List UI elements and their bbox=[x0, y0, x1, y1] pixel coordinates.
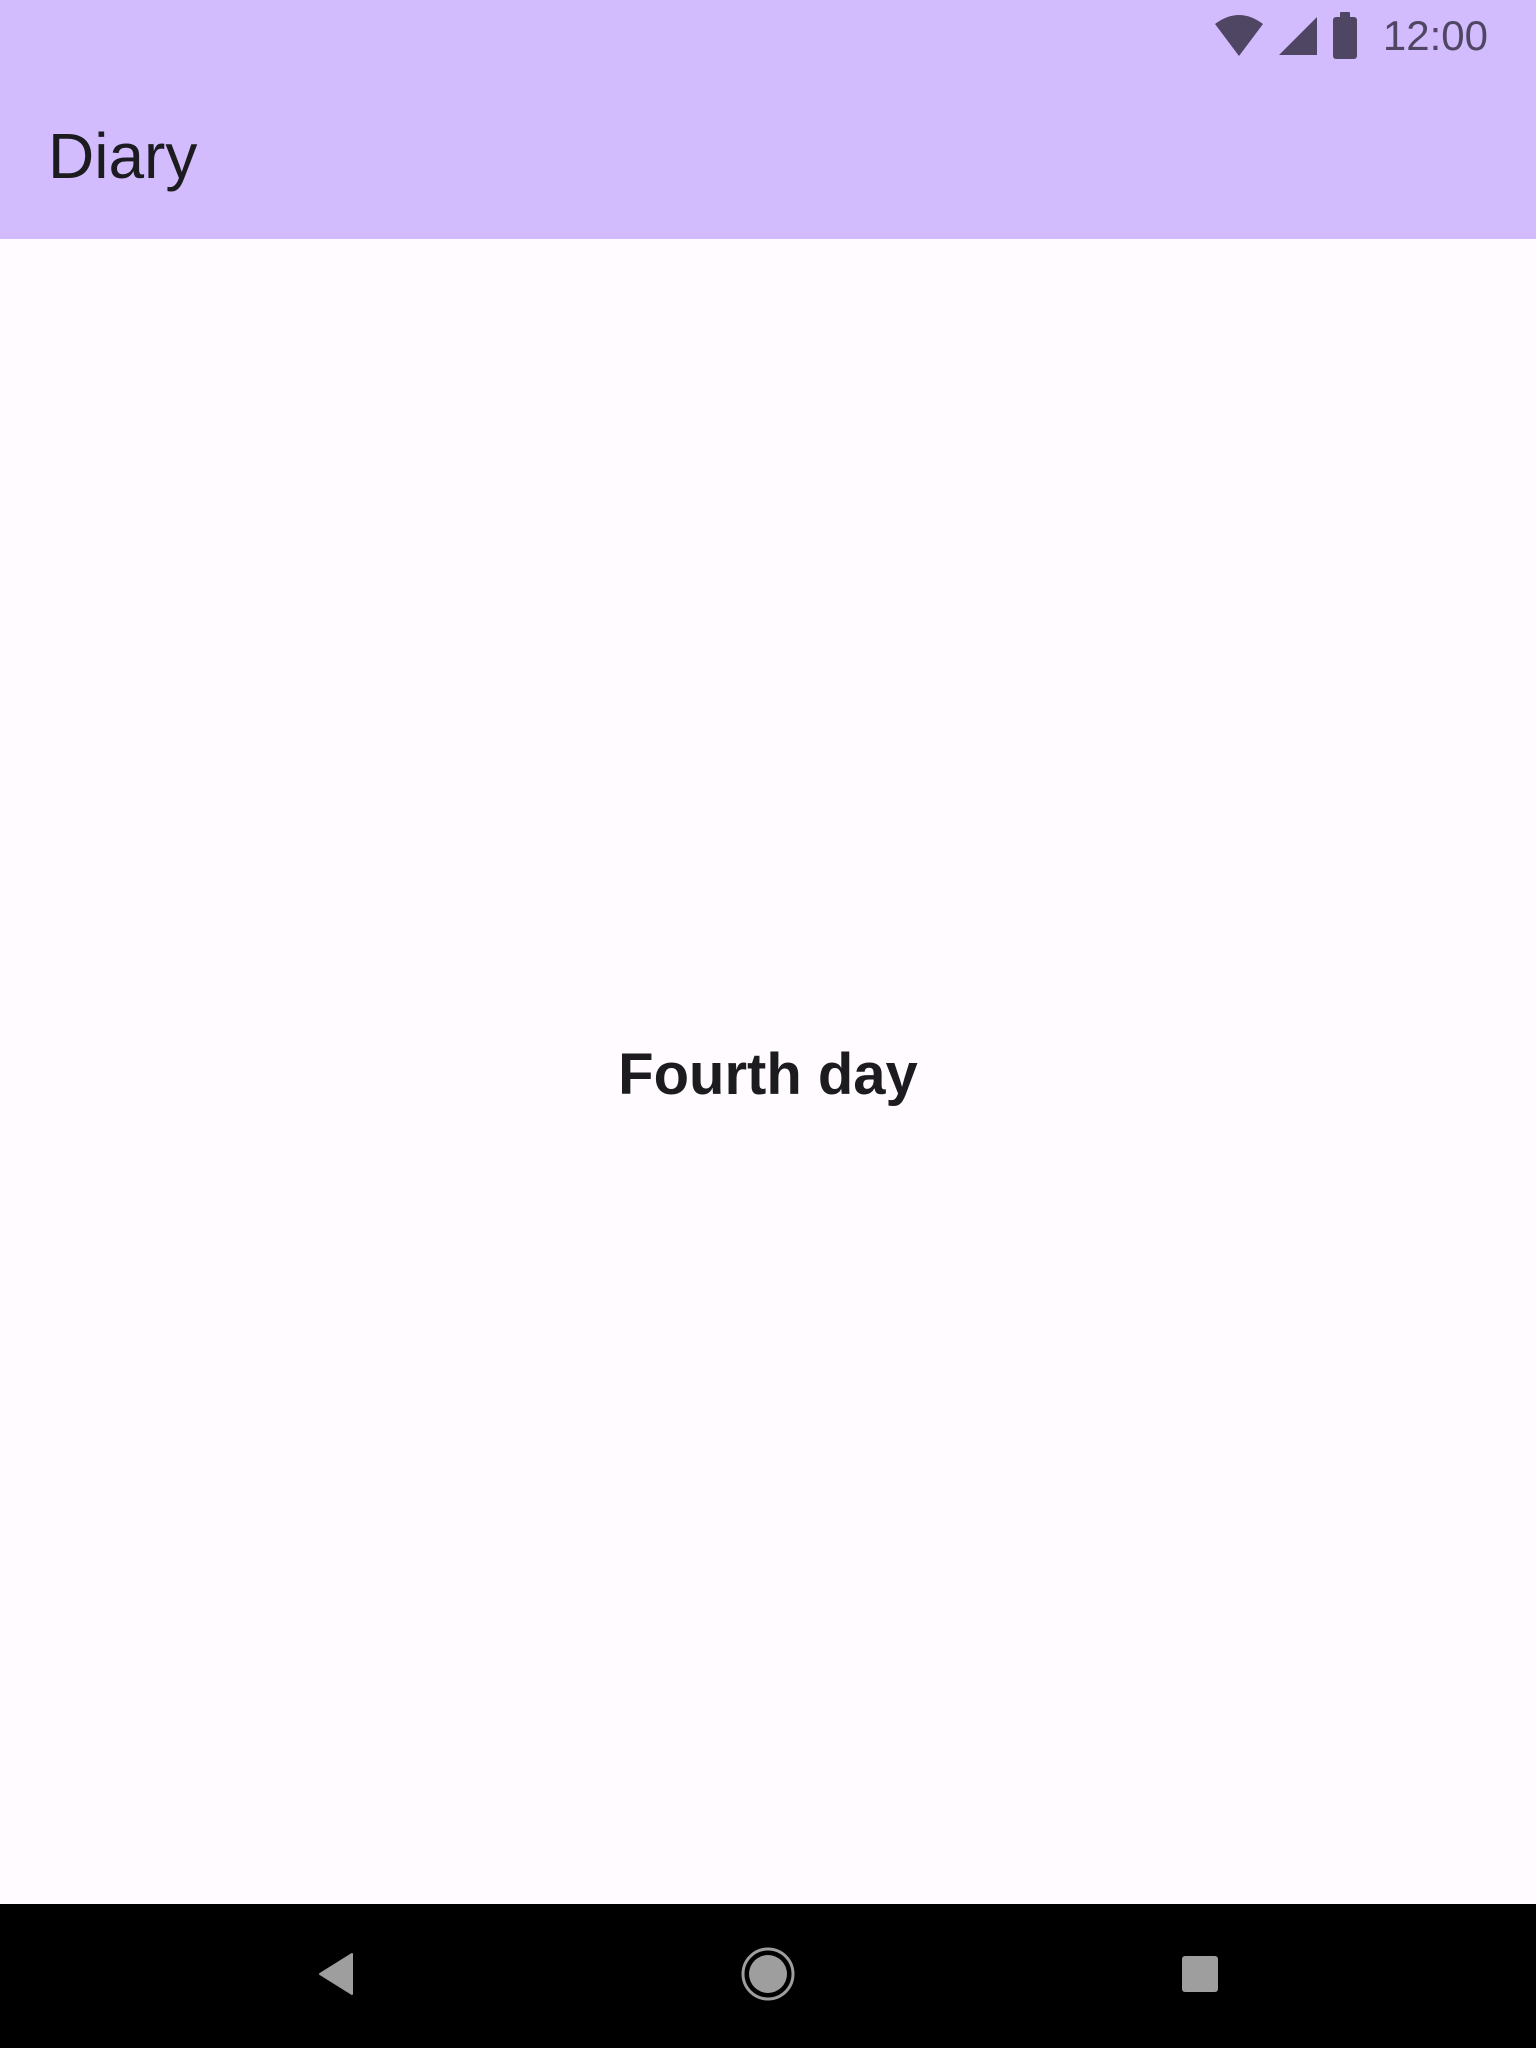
main-content: Fourth day bbox=[0, 239, 1536, 1904]
app-title: Diary bbox=[48, 120, 198, 192]
recents-button[interactable] bbox=[1160, 1936, 1240, 2016]
app-bar: Diary bbox=[0, 72, 1536, 239]
back-button[interactable] bbox=[296, 1936, 376, 2016]
battery-icon bbox=[1331, 12, 1359, 60]
back-triangle-icon bbox=[316, 1952, 356, 2001]
screen: 12:00 Diary Fourth day bbox=[0, 0, 1536, 2048]
status-bar: 12:00 bbox=[0, 0, 1536, 72]
home-circle-icon bbox=[740, 1946, 796, 2007]
wifi-icon bbox=[1213, 14, 1265, 58]
status-icons: 12:00 bbox=[1213, 10, 1488, 62]
cellular-signal-icon bbox=[1277, 15, 1319, 57]
diary-entry-text: Fourth day bbox=[618, 1042, 918, 1107]
status-time: 12:00 bbox=[1382, 12, 1488, 59]
home-button[interactable] bbox=[728, 1936, 808, 2016]
recents-square-icon bbox=[1180, 1954, 1220, 1999]
top-app-area: 12:00 Diary bbox=[0, 0, 1536, 239]
navigation-bar bbox=[0, 1904, 1536, 2048]
